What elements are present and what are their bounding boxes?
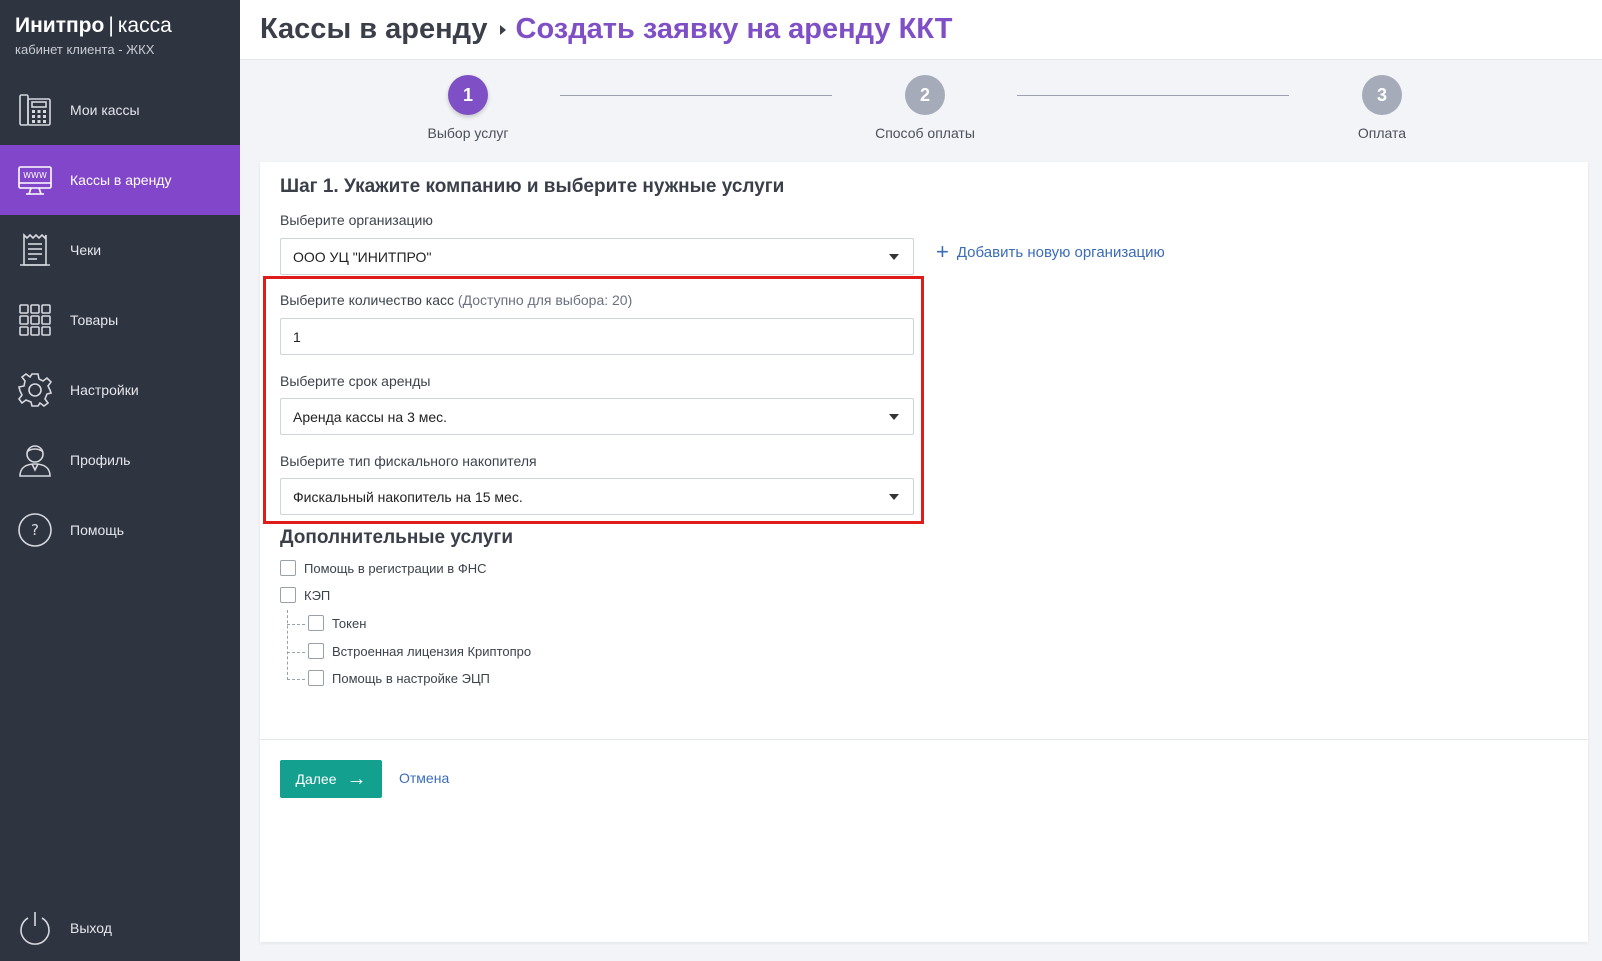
next-button[interactable]: Далее → <box>280 760 382 798</box>
brand-title: Инитпро | касса <box>15 14 172 38</box>
fiscal-storage-value: Фискальный накопитель на 15 мес. <box>293 488 523 505</box>
extra-fns-row: Помощь в регистрации в ФНС <box>280 560 486 576</box>
sidebar-item-label: Профиль <box>70 452 131 468</box>
breadcrumb-root[interactable]: Кассы в аренду <box>260 13 488 46</box>
brand-separator: | <box>108 14 114 37</box>
token-label: Токен <box>332 615 367 631</box>
stepper: 1 Выбор услуг 2 Способ оплаты 3 Оплата <box>240 60 1602 160</box>
brand-name: Инитпро <box>15 14 105 37</box>
extra-kep-row: КЭП <box>280 587 330 603</box>
logout-button[interactable]: Выход <box>0 903 240 953</box>
sidebar-item-my-registers[interactable]: Мои кассы <box>0 75 240 145</box>
step-label: Способ оплаты <box>875 125 975 141</box>
sidebar-nav: Мои кассы WWW Кассы в аренду Чеки Товары… <box>0 75 240 565</box>
form-title: Шаг 1. Укажите компанию и выберите нужны… <box>280 176 785 197</box>
add-organization-label: Добавить новую организацию <box>956 243 1165 261</box>
step-number: 3 <box>1362 75 1402 115</box>
cancel-link[interactable]: Отмена <box>399 770 449 786</box>
grid-icon <box>16 301 54 339</box>
plus-icon: + <box>936 239 949 264</box>
help-icon: ? <box>16 511 54 549</box>
fiscal-storage-select[interactable]: Фискальный накопитель на 15 мес. <box>280 478 914 515</box>
form-card: Шаг 1. Укажите компанию и выберите нужны… <box>260 162 1588 942</box>
add-organization-link[interactable]: + Добавить новую организацию <box>936 241 1165 263</box>
org-select-value: ООО УЦ "ИНИТПРО" <box>293 248 432 265</box>
tree-connector <box>287 624 305 625</box>
next-button-label: Далее <box>295 771 337 787</box>
step-label: Оплата <box>1357 125 1407 141</box>
sidebar-item-label: Настройки <box>70 382 139 398</box>
sidebar: Инитпро | касса кабинет клиента - ЖКХ Мои … <box>0 0 240 961</box>
logout-label: Выход <box>70 920 112 936</box>
sidebar-item-profile[interactable]: Профиль <box>0 425 240 495</box>
tree-connector <box>287 652 305 653</box>
receipt-icon <box>16 231 54 269</box>
sidebar-item-label: Помощь <box>70 522 125 538</box>
step-number: 1 <box>448 75 488 115</box>
chevron-down-icon <box>889 414 899 420</box>
stepper-connector <box>1017 95 1289 96</box>
page-header: Кассы в аренду Создать заявку на аренду … <box>240 0 1602 60</box>
token-checkbox[interactable] <box>308 615 324 631</box>
sidebar-item-label: Чеки <box>70 242 102 258</box>
sidebar-item-rent-registers[interactable]: WWW Кассы в аренду <box>0 145 240 215</box>
extra-cryptopro-row: Встроенная лицензия Криптопро <box>308 643 531 659</box>
page-title: Создать заявку на аренду ККТ <box>515 13 953 45</box>
gear-icon <box>16 371 54 409</box>
svg-text:WWW: WWW <box>23 171 47 180</box>
power-icon <box>16 909 54 947</box>
rent-term-select[interactable]: Аренда кассы на 3 мес. <box>280 398 914 435</box>
stepper-connector <box>560 95 832 96</box>
term-label: Выберите срок аренды <box>280 373 431 389</box>
ecp-help-label: Помощь в настройке ЭЦП <box>332 670 490 686</box>
step-3: 3 Оплата <box>1302 75 1462 141</box>
monitor-www-icon: WWW <box>16 161 54 199</box>
rent-term-value: Аренда кассы на 3 мес. <box>293 408 448 425</box>
arrow-right-icon: → <box>346 768 367 790</box>
step-1: 1 Выбор услуг <box>388 75 548 141</box>
step-2: 2 Способ оплаты <box>845 75 1005 141</box>
divider <box>260 739 1588 740</box>
sidebar-item-settings[interactable]: Настройки <box>0 355 240 425</box>
step-number: 2 <box>905 75 945 115</box>
brand: Инитпро | касса кабинет клиента - ЖКХ <box>15 14 172 57</box>
fn-label: Выберите тип фискального накопителя <box>280 453 537 469</box>
fns-checkbox[interactable] <box>280 560 296 576</box>
cryptopro-label: Встроенная лицензия Криптопро <box>332 643 532 659</box>
kep-label: КЭП <box>304 587 331 603</box>
extra-services-title: Дополнительные услуги <box>280 527 514 548</box>
extra-token-row: Токен <box>308 615 366 631</box>
user-icon <box>16 441 54 479</box>
sidebar-item-products[interactable]: Товары <box>0 285 240 355</box>
extra-ecp-help-row: Помощь в настройке ЭЦП <box>308 670 490 686</box>
sidebar-item-receipts[interactable]: Чеки <box>0 215 240 285</box>
count-hint: (Доступно для выбора: 20) <box>457 292 633 308</box>
chevron-down-icon <box>889 254 899 260</box>
sidebar-item-help[interactable]: ? Помощь <box>0 495 240 565</box>
ecp-help-checkbox[interactable] <box>308 670 324 686</box>
kep-checkbox[interactable] <box>280 587 296 603</box>
sidebar-item-label: Товары <box>70 312 119 328</box>
org-select[interactable]: ООО УЦ "ИНИТПРО" <box>280 238 914 275</box>
svg-text:?: ? <box>31 521 39 539</box>
sidebar-item-label: Мои кассы <box>70 102 140 118</box>
tree-connector <box>287 610 288 680</box>
step-label: Выбор услуг <box>427 125 509 141</box>
cryptopro-checkbox[interactable] <box>308 643 324 659</box>
brand-product: касса <box>117 14 172 37</box>
count-label-text: Выберите количество касс <box>280 292 455 308</box>
cash-register-icon <box>16 91 54 129</box>
chevron-down-icon <box>889 494 899 500</box>
brand-subtitle: кабинет клиента - ЖКХ <box>15 42 155 57</box>
org-label: Выберите организацию <box>280 212 433 228</box>
count-label: Выберите количество касс (Доступно для в… <box>280 292 632 308</box>
breadcrumb-arrow-icon <box>499 24 506 35</box>
register-count-input[interactable] <box>280 318 914 355</box>
fns-label: Помощь в регистрации в ФНС <box>304 560 487 576</box>
sidebar-item-label: Кассы в аренду <box>70 172 172 188</box>
tree-connector <box>287 679 305 680</box>
